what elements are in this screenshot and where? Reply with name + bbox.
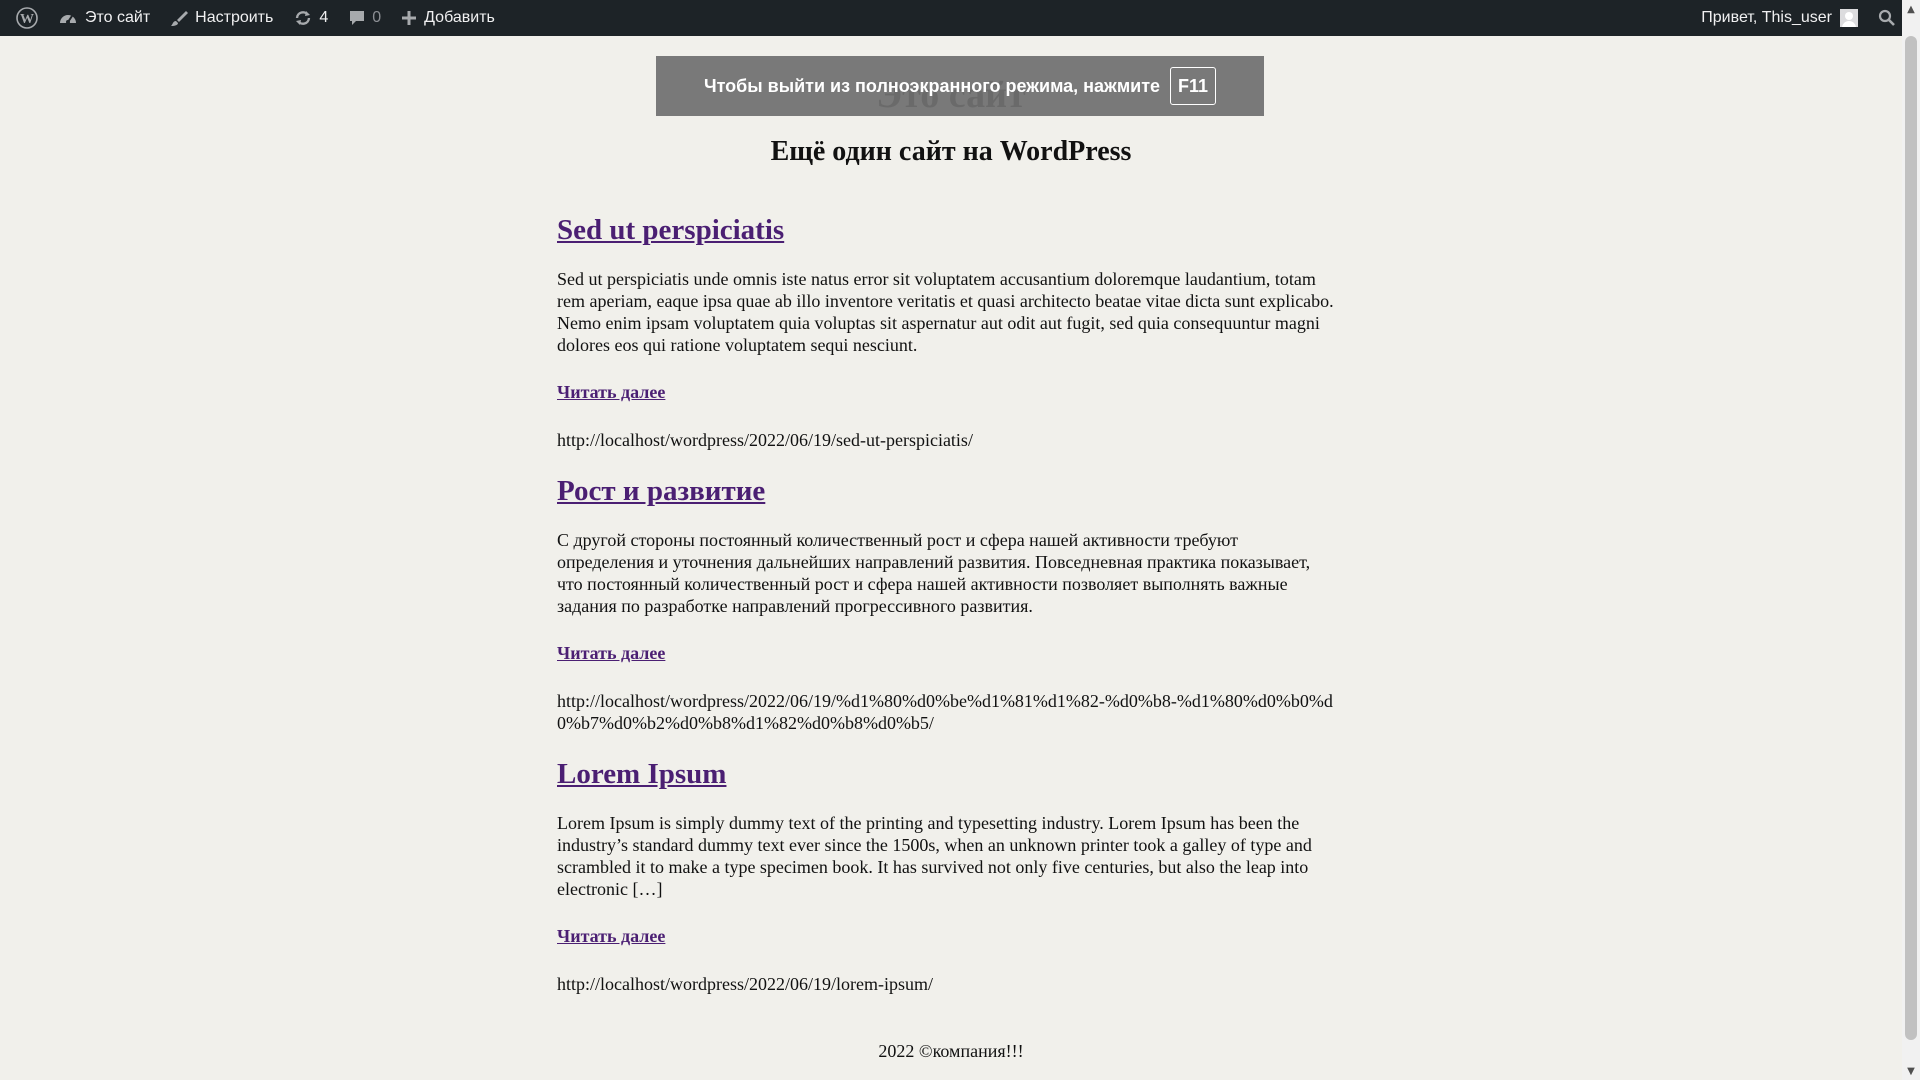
fullscreen-notice-text: Чтобы выйти из полноэкранного режима, на… [703,75,1161,96]
scroll-thumb[interactable] [1905,36,1917,1040]
post-url: http://localhost/wordpress/2022/06/19/%d… [557,691,1333,733]
post-title: Рост и развитие [557,471,1337,511]
post: Lorem Ipsum Lorem Ipsum is simply dummy … [557,754,1337,995]
customize-label: Настроить [195,9,274,26]
site-footer: 2022 ©компания!!! [878,1041,1024,1061]
page-scrollbar[interactable]: ▲ ▼ [1902,0,1920,1080]
post-excerpt: Lorem Ipsum is simply dummy text of the … [557,813,1312,899]
f11-key-badge: F11 [1170,67,1217,105]
wordpress-logo-button[interactable]: W [6,0,48,36]
post: Sed ut perspiciatis Sed ut perspiciatis … [557,210,1337,451]
read-more: Читать далее [557,642,1337,664]
customize-button[interactable]: Настроить [160,0,283,36]
post-title: Lorem Ipsum [557,754,1337,794]
search-icon [1878,9,1896,27]
comment-bubble-icon [348,9,366,27]
post-title-link[interactable]: Sed ut perspiciatis [557,214,784,246]
admin-bar-right: Привет, This_user [1691,0,1920,36]
post-url: http://localhost/wordpress/2022/06/19/se… [557,430,973,450]
read-more: Читать далее [557,925,1337,947]
updates-count: 4 [319,9,329,26]
add-new-label: Добавить [424,9,495,26]
dashboard-gauge-icon [58,9,78,27]
comments-button[interactable]: 0 [338,0,391,36]
read-more: Читать далее [557,381,1337,403]
site-name-menu[interactable]: Это сайт [48,0,160,36]
admin-bar: W Это сайт Настроить 4 0 Добавить Привет… [0,0,1920,36]
read-more-link[interactable]: Читать далее [557,926,665,946]
comments-count: 0 [372,9,382,26]
read-more-link[interactable]: Читать далее [557,382,665,402]
scroll-up-arrow-icon[interactable]: ▲ [1902,0,1920,18]
scroll-down-arrow-icon[interactable]: ▼ [1902,1062,1920,1080]
post-excerpt: С другой стороны постоянный количественн… [557,530,1311,616]
updates-refresh-icon [293,9,313,27]
fullscreen-exit-notice: Чтобы выйти из полноэкранного режима, на… [656,56,1264,116]
admin-bar-left: W Это сайт Настроить 4 0 Добавить [6,0,505,36]
post-title-link[interactable]: Lorem Ipsum [557,758,726,790]
site-name-label: Это сайт [85,9,151,26]
post: Рост и развитие С другой стороны постоян… [557,471,1337,734]
greeting-text: Привет, This_user [1701,9,1832,26]
avatar [1840,9,1858,27]
account-menu[interactable]: Привет, This_user [1691,0,1868,36]
read-more-link[interactable]: Читать далее [557,643,665,663]
post-title: Sed ut perspiciatis [557,210,1337,250]
svg-text:W: W [20,12,34,27]
brush-icon [170,9,189,27]
post-excerpt: Sed ut perspiciatis unde omnis iste natu… [557,269,1334,355]
site-description: Ещё один сайт на WordPress [770,136,1132,167]
plus-icon [401,10,417,26]
updates-button[interactable]: 4 [283,0,338,36]
wordpress-logo-icon: W [16,7,38,29]
add-new-button[interactable]: Добавить [391,0,505,36]
posts-list: Sed ut perspiciatis Sed ut perspiciatis … [557,210,1337,995]
post-title-link[interactable]: Рост и развитие [557,475,765,507]
post-url: http://localhost/wordpress/2022/06/19/lo… [557,974,933,994]
